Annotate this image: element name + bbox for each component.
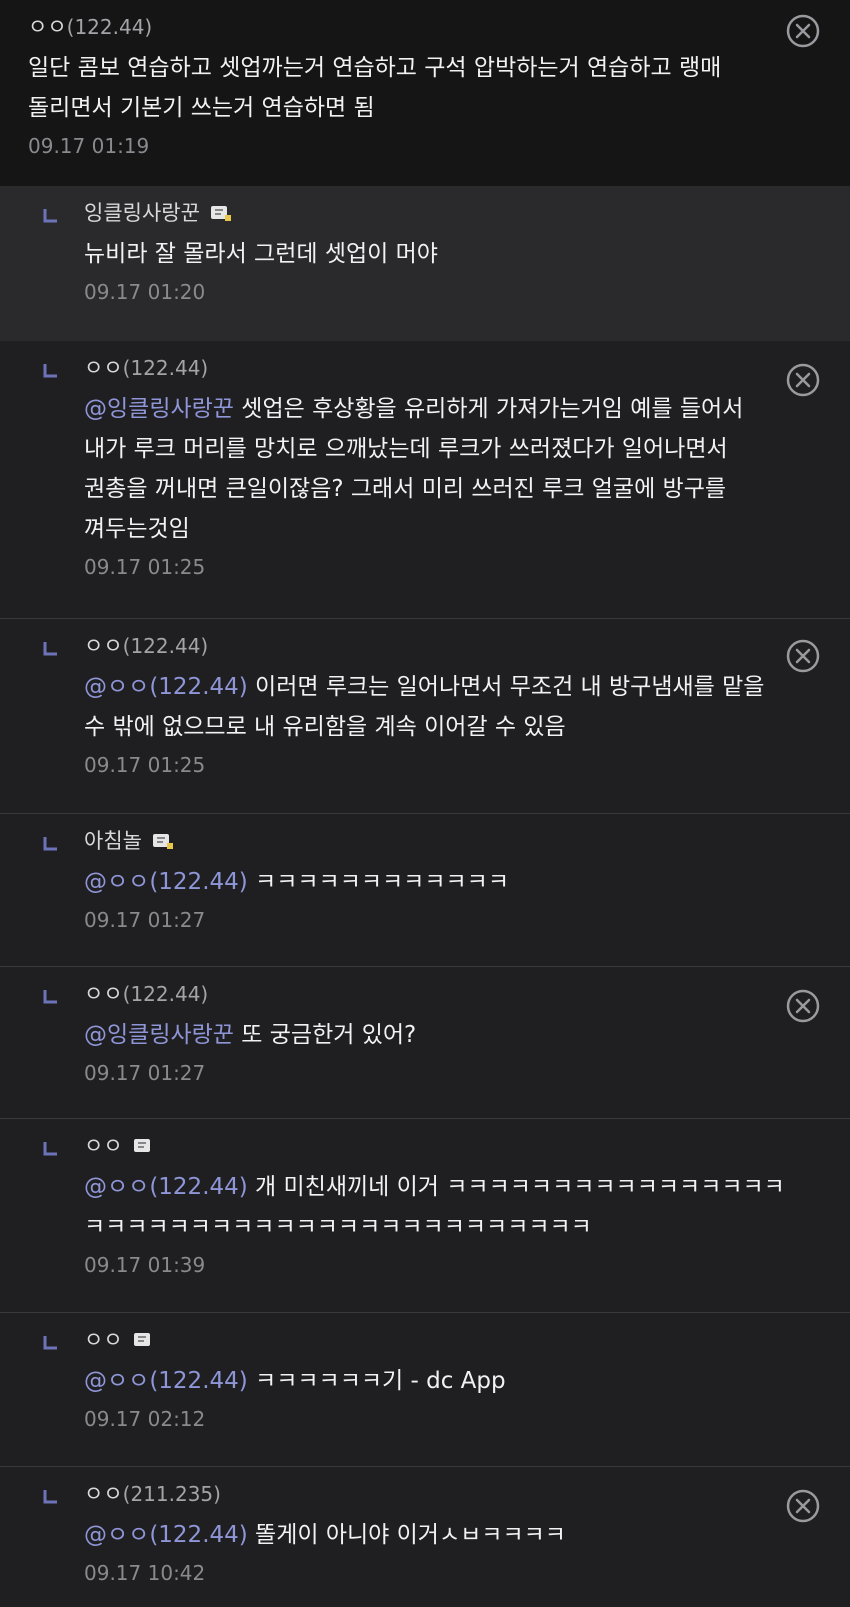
delete-icon[interactable] — [786, 639, 820, 673]
comment-author-line: ㅇㅇ — [84, 1131, 790, 1161]
comment-author-line: 아침놀 — [84, 826, 790, 856]
comment-text: 일단 콤보 연습하고 셋업까는거 연습하고 구석 압박하는거 연습하고 랭매 돌… — [28, 55, 722, 121]
reply-arrow-icon — [42, 989, 58, 1005]
reply-arrow-icon — [42, 641, 58, 657]
gallog-badge-icon — [133, 1331, 155, 1349]
reply-arrow-icon — [42, 1489, 58, 1505]
comment-time: 09.17 01:19 — [28, 134, 150, 158]
author-name[interactable]: ㅇㅇ — [84, 1325, 123, 1355]
comment-time: 09.17 01:25 — [84, 555, 206, 579]
mention-link[interactable]: @잉클링사랑꾼 — [84, 396, 234, 422]
delete-icon[interactable] — [786, 363, 820, 397]
comment-text: @ㅇㅇ(122.44) 개 미친새끼네 이거 ㅋㅋㅋㅋㅋㅋㅋㅋㅋㅋㅋㅋㅋㅋㅋㅋㅋ… — [84, 1167, 790, 1247]
author-name[interactable]: ㅇㅇ — [84, 631, 123, 661]
comment-text: @잉클링사랑꾼 셋업은 후상황을 유리하게 가져가는거임 예를 들어서 내가 루… — [84, 389, 790, 549]
comment-author-line: ㅇㅇ (122.44) — [84, 353, 790, 383]
comment-author-line: ㅇㅇ (211.235) — [84, 1479, 790, 1509]
comment-time: 09.17 01:25 — [84, 753, 206, 777]
comment-author-line: ㅇㅇ (122.44) — [84, 631, 790, 661]
gallog-badge-icon — [133, 1137, 155, 1155]
comment-text: @ㅇㅇ(122.44) 똘게이 아니야 이거ㅅㅂㅋㅋㅋㅋ — [84, 1515, 790, 1555]
comment-author-line: 잉클링사랑꾼 — [84, 198, 790, 228]
author-ip: (122.44) — [122, 634, 209, 658]
author-name[interactable]: 잉클링사랑꾼 — [84, 198, 200, 228]
comment-body: ㅋㅋㅋㅋㅋㅋㅋㅋㅋㅋㅋㅋ — [247, 869, 509, 895]
comment-author-line: ㅇㅇ (122.44) — [28, 12, 780, 42]
reply-arrow-icon — [42, 836, 58, 852]
mention-link[interactable]: @ㅇㅇ(122.44) — [84, 1174, 248, 1200]
author-name[interactable]: ㅇㅇ — [84, 979, 123, 1009]
reply-comment: ㅇㅇ (122.44) @잉클링사랑꾼 셋업은 후상황을 유리하게 가져가는거임 … — [0, 341, 850, 619]
comment-time: 09.17 01:20 — [84, 280, 206, 304]
mention-link[interactable]: @ㅇㅇ(122.44) — [84, 869, 248, 895]
author-name[interactable]: ㅇㅇ — [84, 1131, 123, 1161]
author-ip: (122.44) — [122, 356, 209, 380]
reply-comment: ㅇㅇ @ㅇㅇ(122.44) 개 미친새끼네 이거 ㅋㅋㅋㅋㅋㅋㅋㅋㅋㅋㅋㅋㅋㅋ… — [0, 1119, 850, 1313]
comment-author-line: ㅇㅇ (122.44) — [84, 979, 790, 1009]
author-name[interactable]: 아침놀 — [84, 826, 142, 856]
comment-time: 09.17 02:12 — [84, 1407, 206, 1431]
reply-comment: ㅇㅇ @ㅇㅇ(122.44) ㅋㅋㅋㅋㅋㅋ기 - dc App 09.17 02… — [0, 1313, 850, 1467]
author-name[interactable]: ㅇㅇ — [84, 353, 123, 383]
author-name[interactable]: ㅇㅇ — [28, 12, 67, 42]
comment-time: 09.17 01:27 — [84, 908, 206, 932]
reply-comment: 아침놀 @ㅇㅇ(122.44) ㅋㅋㅋㅋㅋㅋㅋㅋㅋㅋㅋㅋ 09.17 01:27 — [0, 814, 850, 967]
comment-body: ㅋㅋㅋㅋㅋㅋ기 - dc App — [247, 1368, 506, 1394]
mention-link[interactable]: @잉클링사랑꾼 — [84, 1022, 234, 1048]
reply-arrow-icon — [42, 1141, 58, 1157]
comment-body: 똘게이 아니야 이거ㅅㅂㅋㅋㅋㅋ — [247, 1522, 566, 1548]
reply-comment: ㅇㅇ (211.235) @ㅇㅇ(122.44) 똘게이 아니야 이거ㅅㅂㅋㅋㅋㅋ… — [0, 1467, 850, 1607]
reply-arrow-icon — [42, 363, 58, 379]
author-name[interactable]: ㅇㅇ — [84, 1479, 123, 1509]
author-ip: (122.44) — [122, 982, 209, 1006]
delete-icon[interactable] — [786, 1489, 820, 1523]
comment-author-line: ㅇㅇ — [84, 1325, 790, 1355]
reply-arrow-icon — [42, 208, 58, 224]
comment-text: @ㅇㅇ(122.44) ㅋㅋㅋㅋㅋㅋ기 - dc App — [84, 1361, 790, 1401]
reply-comment: 잉클링사랑꾼 뉴비라 잘 몰라서 그런데 셋업이 머야 09.17 01:20 — [0, 186, 850, 341]
comment-text: @잉클링사랑꾼 또 궁금한거 있어? — [84, 1015, 790, 1055]
gallog-badge-icon — [210, 204, 232, 222]
comment-time: 09.17 01:39 — [84, 1253, 206, 1277]
delete-icon[interactable] — [786, 989, 820, 1023]
gallog-badge-icon — [152, 832, 174, 850]
reply-comment: ㅇㅇ (122.44) @ㅇㅇ(122.44) 이러면 루크는 일어나면서 무조건… — [0, 619, 850, 814]
reply-comment: ㅇㅇ (122.44) @잉클링사랑꾼 또 궁금한거 있어? 09.17 01:2… — [0, 967, 850, 1119]
comment-text: 뉴비라 잘 몰라서 그런데 셋업이 머야 — [84, 241, 438, 267]
comment-body: 또 궁금한거 있어? — [233, 1022, 417, 1048]
mention-link[interactable]: @ㅇㅇ(122.44) — [84, 1522, 248, 1548]
comment-text: @ㅇㅇ(122.44) 이러면 루크는 일어나면서 무조건 내 방구냄새를 맡을… — [84, 667, 790, 747]
comment-time: 09.17 01:27 — [84, 1061, 206, 1085]
delete-icon[interactable] — [786, 14, 820, 48]
comment-time: 09.17 10:42 — [84, 1561, 206, 1585]
mention-link[interactable]: @ㅇㅇ(122.44) — [84, 674, 248, 700]
comment-text: @ㅇㅇ(122.44) ㅋㅋㅋㅋㅋㅋㅋㅋㅋㅋㅋㅋ — [84, 862, 790, 902]
author-ip: (211.235) — [122, 1482, 221, 1506]
mention-link[interactable]: @ㅇㅇ(122.44) — [84, 1368, 248, 1394]
comment-top: ㅇㅇ (122.44) 일단 콤보 연습하고 셋업까는거 연습하고 구석 압박하는… — [0, 0, 850, 186]
reply-arrow-icon — [42, 1335, 58, 1351]
author-ip: (122.44) — [66, 15, 153, 39]
